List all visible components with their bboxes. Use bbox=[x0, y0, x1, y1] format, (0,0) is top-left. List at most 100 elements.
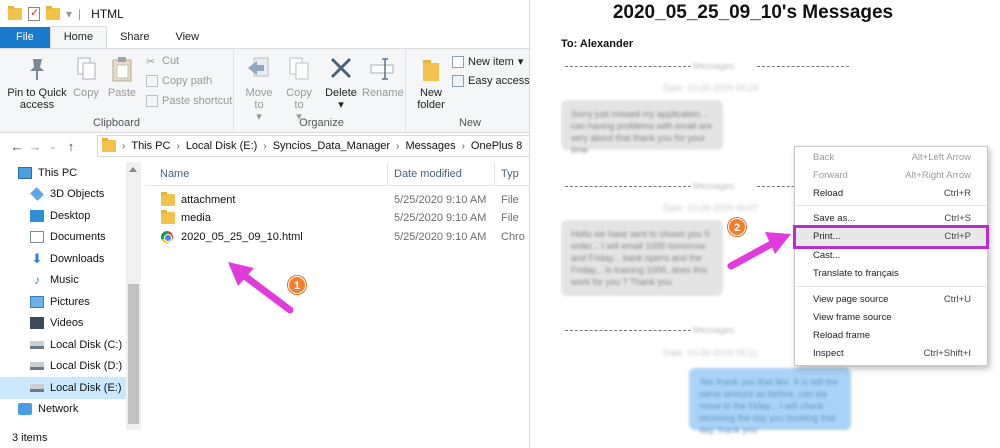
pin-to-quick-access-button[interactable]: Pin to Quick access bbox=[6, 55, 68, 111]
recent-locations-icon[interactable]: ⌄ bbox=[44, 141, 62, 152]
menu-item-label: Reload frame bbox=[813, 330, 871, 341]
delete-dropdown-icon: ▾ bbox=[338, 99, 344, 111]
tab-file[interactable]: File bbox=[0, 27, 50, 48]
file-type: Chro bbox=[501, 231, 525, 243]
cut-button[interactable]: ✂ Cut bbox=[146, 55, 179, 68]
menu-item-translate[interactable]: Translate to français bbox=[795, 265, 987, 282]
breadcrumb-item[interactable]: This PC bbox=[131, 140, 170, 152]
breadcrumb-item[interactable]: Local Disk (E:) bbox=[186, 140, 258, 152]
breadcrumb-item[interactable]: Syncios_Data_Manager bbox=[273, 140, 390, 152]
pin-icon bbox=[24, 55, 50, 83]
forward-arrow-icon[interactable]: → bbox=[26, 139, 44, 154]
nav-item-3d-objects[interactable]: 3D Objects bbox=[0, 184, 141, 206]
menu-item-reload[interactable]: Reload Ctrl+R bbox=[795, 185, 987, 202]
drive-icon bbox=[30, 340, 44, 349]
nav-item-videos[interactable]: Videos bbox=[0, 313, 141, 335]
nav-item-local-disk-e[interactable]: Local Disk (E:) bbox=[0, 377, 141, 399]
nav-item-label: This PC bbox=[38, 166, 78, 179]
back-arrow-icon[interactable]: ← bbox=[8, 139, 26, 154]
menu-item-label: View page source bbox=[813, 294, 889, 305]
file-row-media[interactable]: media 5/25/2020 9:10 AM File bbox=[145, 209, 529, 228]
menu-item-reload-frame[interactable]: Reload frame bbox=[795, 327, 987, 344]
menu-item-cast[interactable]: Cast... bbox=[795, 247, 987, 264]
file-explorer-window: ▾ | HTML File Home Share View Pin to Qui… bbox=[0, 0, 530, 448]
tab-share[interactable]: Share bbox=[107, 27, 162, 48]
nav-item-local-disk-d[interactable]: Local Disk (D:) bbox=[0, 356, 141, 378]
menu-item-back[interactable]: Back Alt+Left Arrow bbox=[795, 149, 987, 166]
menu-item-view-page-source[interactable]: View page source Ctrl+U bbox=[795, 291, 987, 308]
menu-item-print[interactable]: Print... Ctrl+P bbox=[793, 225, 989, 249]
nav-item-music[interactable]: ♪ Music bbox=[0, 270, 141, 292]
scrollbar-thumb[interactable] bbox=[128, 284, 139, 424]
pictures-icon bbox=[30, 295, 44, 308]
folder-icon bbox=[102, 138, 116, 152]
nav-item-network[interactable]: Network bbox=[0, 399, 141, 421]
properties-icon[interactable] bbox=[28, 6, 40, 21]
chevron-right-icon: › bbox=[396, 140, 400, 152]
blurred-timestamp: Date: 10-26-2019 06:11 bbox=[663, 348, 758, 358]
column-divider[interactable] bbox=[494, 162, 495, 186]
easy-access-label: Easy access bbox=[468, 75, 530, 87]
menu-item-save-as[interactable]: Save as... Ctrl+S bbox=[795, 210, 987, 227]
menu-item-shortcut: Alt+Right Arrow bbox=[905, 170, 971, 181]
paste-button[interactable]: Paste bbox=[106, 55, 138, 99]
folder-icon[interactable] bbox=[8, 6, 22, 20]
move-to-button[interactable]: Move to ▾ bbox=[242, 55, 276, 123]
menu-item-forward[interactable]: Forward Alt+Right Arrow bbox=[795, 167, 987, 184]
delete-button[interactable]: Delete ▾ bbox=[322, 55, 360, 111]
nav-item-local-disk-c[interactable]: Local Disk (C:) bbox=[0, 334, 141, 356]
nav-item-documents[interactable]: Documents bbox=[0, 227, 141, 249]
page-title: 2020_05_25_09_10's Messages bbox=[612, 2, 894, 23]
file-row-html[interactable]: 2020_05_25_09_10.html 5/25/2020 9:10 AM … bbox=[145, 228, 529, 247]
menu-item-inspect[interactable]: Inspect Ctrl+Shift+I bbox=[795, 345, 987, 362]
copy-button[interactable]: Copy bbox=[70, 55, 102, 99]
file-row-attachment[interactable]: attachment 5/25/2020 9:10 AM File bbox=[145, 191, 529, 210]
divider bbox=[757, 66, 849, 67]
new-item-dropdown-icon: ▾ bbox=[517, 56, 524, 68]
breadcrumb-item[interactable]: Messages bbox=[405, 140, 455, 152]
column-type[interactable]: Typ bbox=[501, 168, 519, 180]
copy-to-icon bbox=[286, 55, 312, 83]
easy-access-button[interactable]: Easy access bbox=[452, 75, 530, 87]
menu-item-shortcut: Ctrl+U bbox=[943, 294, 971, 305]
up-arrow-icon[interactable]: ↑ bbox=[62, 139, 80, 154]
address-bar[interactable]: › This PC › Local Disk (E:) › Syncios_Da… bbox=[97, 135, 529, 157]
ribbon-tabs: File Home Share View bbox=[0, 26, 529, 49]
menu-item-view-frame-source[interactable]: View frame source bbox=[795, 309, 987, 326]
move-to-label: Move to bbox=[245, 87, 273, 111]
file-date: 5/25/2020 9:10 AM bbox=[394, 231, 487, 243]
column-divider[interactable] bbox=[387, 162, 388, 186]
blurred-message-bubble: Yes thank you that like. It is still the… bbox=[689, 368, 851, 435]
copy-icon bbox=[73, 55, 99, 83]
scroll-up-icon[interactable] bbox=[129, 167, 137, 172]
nav-item-this-pc[interactable]: This PC bbox=[0, 162, 141, 184]
customize-quick-access-icon[interactable]: ▾ bbox=[66, 7, 72, 21]
cube-icon bbox=[30, 187, 44, 202]
nav-item-downloads[interactable]: ⬇ Downloads bbox=[0, 248, 141, 270]
new-item-label: New item bbox=[468, 55, 514, 68]
videos-icon bbox=[30, 317, 44, 330]
column-date-modified[interactable]: Date modified bbox=[394, 168, 462, 180]
tab-view[interactable]: View bbox=[162, 27, 212, 48]
tab-home[interactable]: Home bbox=[49, 26, 108, 48]
new-folder-icon[interactable] bbox=[46, 6, 60, 20]
step-badge-2: 2 bbox=[728, 218, 746, 236]
copy-label: Copy bbox=[73, 87, 99, 99]
nav-scrollbar[interactable] bbox=[126, 162, 141, 432]
chevron-right-icon: › bbox=[122, 140, 126, 152]
menu-separator bbox=[796, 205, 986, 206]
nav-item-desktop[interactable]: Desktop bbox=[0, 205, 141, 227]
breadcrumb-item[interactable]: OnePlus 8 bbox=[471, 140, 522, 152]
new-item-button[interactable]: New item ▾ bbox=[452, 55, 523, 68]
paste-shortcut-button[interactable]: Paste shortcut bbox=[146, 95, 232, 107]
column-name[interactable]: Name bbox=[160, 168, 189, 180]
scissors-icon: ✂ bbox=[146, 56, 156, 68]
new-folder-button[interactable]: New folder bbox=[414, 55, 448, 111]
menu-item-shortcut: Ctrl+P bbox=[944, 231, 971, 242]
copy-path-button[interactable]: Copy path bbox=[146, 75, 212, 87]
copy-to-button[interactable]: Copy to ▾ bbox=[282, 55, 316, 123]
rename-button[interactable]: Rename bbox=[362, 55, 404, 99]
folder-icon bbox=[161, 210, 175, 224]
nav-item-pictures[interactable]: Pictures bbox=[0, 291, 141, 313]
computer-icon bbox=[18, 166, 32, 179]
